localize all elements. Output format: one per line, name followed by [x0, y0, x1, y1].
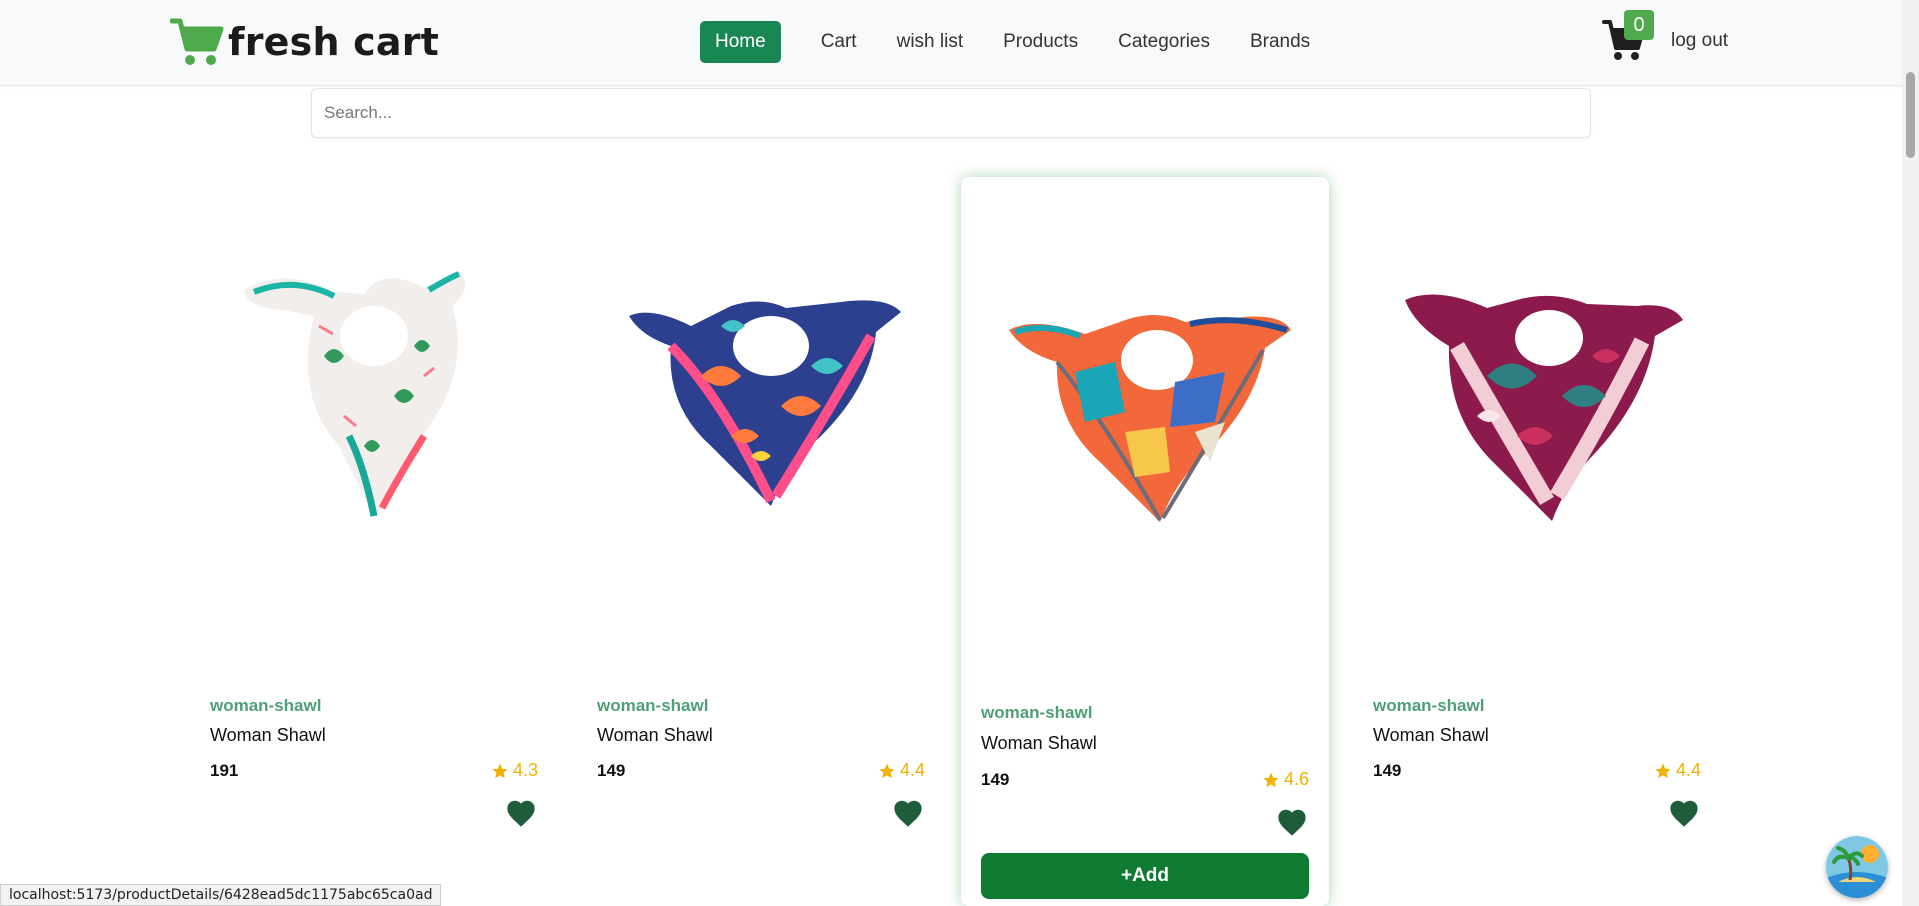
product-rating: 4.4: [1654, 760, 1701, 781]
heart-icon[interactable]: [891, 798, 925, 828]
product-category: woman-shawl: [597, 696, 709, 715]
product-price: 191: [210, 761, 239, 780]
star-icon: [492, 763, 508, 778]
logout-link[interactable]: log out: [1671, 30, 1728, 52]
nav-link-categories[interactable]: Categories: [1098, 21, 1230, 63]
product-price: 149: [597, 761, 626, 780]
brand-logo[interactable]: fresh cart: [170, 16, 439, 68]
island-icon: [1826, 836, 1888, 898]
nav-links: Home Cart wish list Products Categories …: [700, 21, 1330, 63]
brand-name: fresh cart: [228, 20, 440, 64]
product-price: 149: [981, 770, 1010, 789]
product-category: woman-shawl: [210, 696, 322, 715]
product-title: Woman Shawl: [210, 725, 326, 745]
search-input[interactable]: [311, 88, 1591, 138]
add-to-cart-button[interactable]: +Add: [981, 853, 1309, 899]
product-category: woman-shawl: [981, 703, 1093, 722]
nav-link-products[interactable]: Products: [983, 21, 1098, 63]
product-category: woman-shawl: [1373, 696, 1485, 715]
rating-value: 4.4: [1675, 760, 1701, 780]
nav-link-cart[interactable]: Cart: [801, 21, 877, 63]
cart-count-badge: 0: [1624, 10, 1654, 40]
product-title: Woman Shawl: [981, 733, 1097, 753]
product-image[interactable]: [210, 216, 538, 616]
star-icon: [879, 763, 895, 778]
nav-link-brands[interactable]: Brands: [1230, 21, 1330, 63]
nav-link-wish-list[interactable]: wish list: [877, 21, 984, 63]
star-icon: [1263, 772, 1279, 787]
product-rating: 4.6: [1262, 769, 1309, 790]
browser-status-bar: localhost:5173/productDetails/6428ead5dc…: [0, 884, 442, 906]
page-scrollbar[interactable]: [1902, 0, 1919, 906]
nav-link-home[interactable]: Home: [700, 21, 781, 63]
navbar: fresh cart Home Cart wish list Products …: [0, 0, 1902, 86]
product-title: Woman Shawl: [1373, 725, 1489, 745]
rating-value: 4.4: [899, 760, 925, 780]
product-card[interactable]: woman-shawl Woman Shawl 149 4.4: [577, 176, 945, 836]
rating-value: 4.3: [512, 760, 538, 780]
status-url: localhost:5173/productDetails/6428ead5dc…: [9, 887, 433, 903]
product-image[interactable]: [597, 216, 925, 616]
product-card-hovered[interactable]: woman-shawl Woman Shawl 149 4.6 +Add: [961, 177, 1329, 906]
scrollbar-thumb[interactable]: [1906, 72, 1915, 158]
product-title: Woman Shawl: [597, 725, 713, 745]
cart-logo-icon: [170, 18, 224, 65]
rating-value: 4.6: [1283, 769, 1309, 789]
heart-icon[interactable]: [504, 798, 538, 828]
star-icon: [1655, 763, 1671, 778]
cart-button[interactable]: 0: [1602, 10, 1654, 62]
heart-icon[interactable]: [1275, 807, 1309, 837]
product-rating: 4.4: [878, 760, 925, 781]
product-image[interactable]: [981, 222, 1309, 622]
heart-icon[interactable]: [1667, 798, 1701, 828]
product-image[interactable]: [1373, 216, 1701, 616]
product-rating: 4.3: [491, 760, 538, 781]
product-card[interactable]: woman-shawl Woman Shawl 149 4.4: [1353, 176, 1721, 836]
product-card[interactable]: woman-shawl Woman Shawl 191 4.3: [190, 176, 558, 836]
product-price: 149: [1373, 761, 1402, 780]
assistant-float-button[interactable]: [1826, 836, 1888, 898]
